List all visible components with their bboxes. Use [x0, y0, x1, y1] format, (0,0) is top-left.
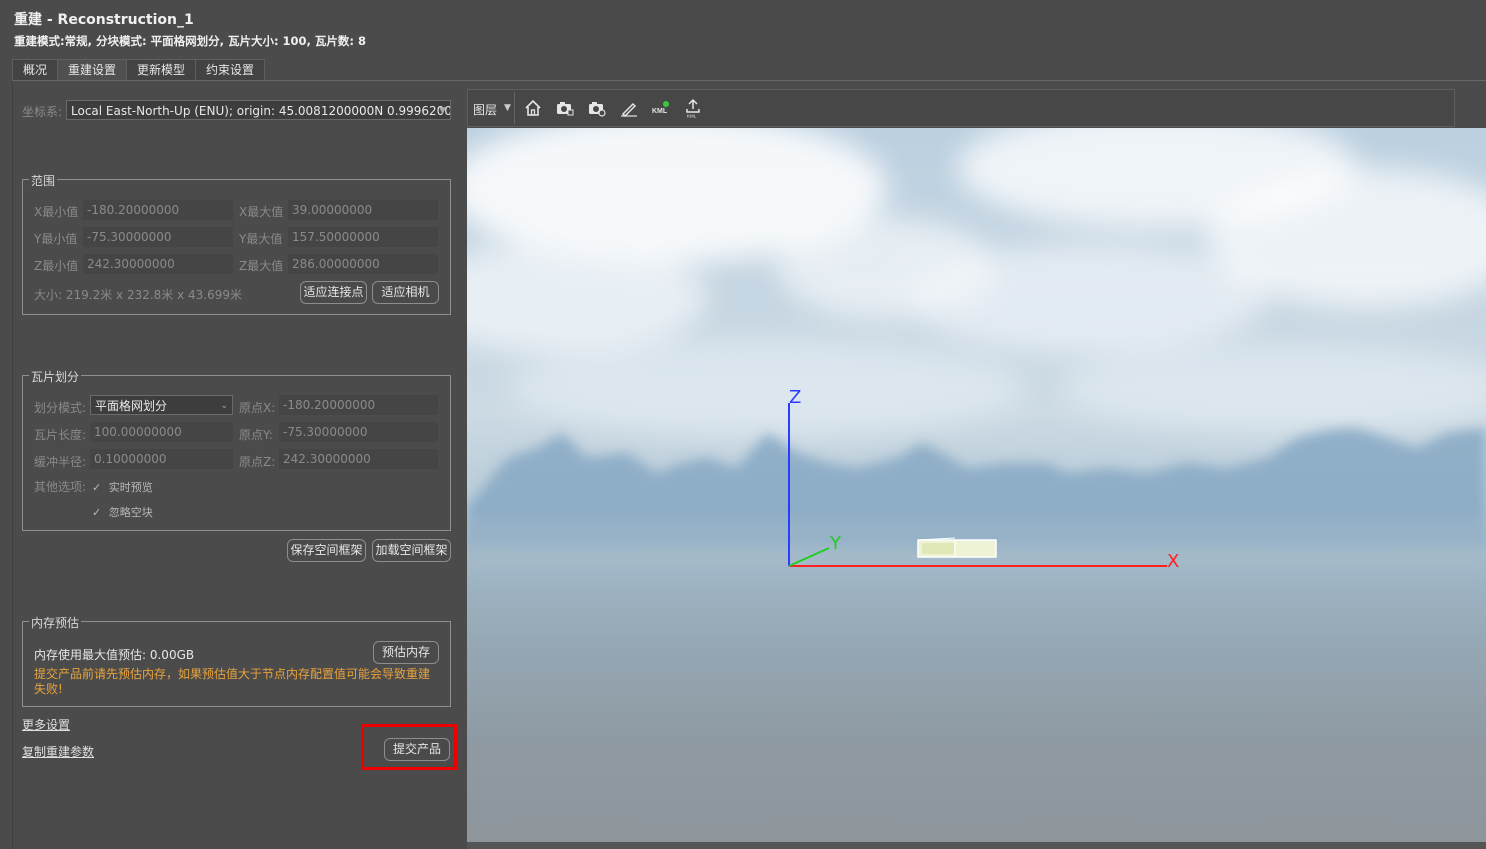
svg-text:KML: KML	[652, 108, 668, 115]
xmax-field[interactable]: 39.00000000	[288, 200, 438, 220]
coord-system-value: Local East-North-Up (ENU); origin: 45.00…	[71, 104, 451, 118]
check-icon: ✓	[92, 481, 102, 494]
z-axis-label: Z	[789, 387, 801, 408]
tab-reconstruction-settings[interactable]: 重建设置	[57, 59, 128, 80]
coord-system-select[interactable]: Local East-North-Up (ENU); origin: 45.00…	[66, 100, 451, 120]
tab-bar: 概况 重建设置 更新模型 约束设置	[12, 59, 266, 80]
tiling-group-title: 瓦片划分	[29, 368, 82, 385]
zmax-label: Z最大值	[239, 259, 284, 273]
copy-params-link[interactable]: 复制重建参数	[22, 743, 94, 760]
layers-button[interactable]: 图层	[473, 101, 497, 118]
window-subtitle: 重建模式:常规, 分块模式: 平面格网划分, 瓦片大小: 100, 瓦片数: 8	[14, 34, 367, 48]
ymax-field[interactable]: 157.50000000	[288, 227, 438, 247]
toolbar-separator	[514, 92, 515, 124]
origin-x-label: 原点X:	[239, 401, 276, 415]
tab-constraint-settings[interactable]: 约束设置	[195, 59, 266, 80]
xmin-field[interactable]: -180.20000000	[83, 200, 233, 220]
pen-icon[interactable]	[619, 98, 639, 118]
camera-settings-icon[interactable]	[587, 98, 607, 118]
layers-dropdown-icon[interactable]: ▼	[504, 100, 514, 116]
fit-tie-points-button[interactable]: 适应连接点	[300, 281, 367, 304]
reconstruction-tile-box[interactable]	[917, 537, 997, 558]
chevron-down-icon: ⌄	[220, 401, 228, 411]
kml-icon[interactable]: KML	[651, 98, 671, 118]
memory-group-title: 内存预估	[29, 614, 82, 631]
ymin-field[interactable]: -75.30000000	[83, 227, 233, 247]
camera-icon[interactable]	[555, 98, 575, 118]
buffer-field[interactable]: 0.10000000	[90, 449, 233, 469]
chevron-down-icon: ▼	[439, 106, 446, 116]
x-axis-label: X	[1167, 551, 1179, 572]
estimate-memory-button[interactable]: 预估内存	[373, 641, 439, 664]
skip-empty-checkbox[interactable]: ✓ 忽略空块	[92, 504, 153, 520]
xmax-label: X最大值	[239, 205, 284, 219]
origin-y-field[interactable]: -75.30000000	[279, 422, 438, 442]
tiling-mode-value: 平面格网划分	[95, 399, 168, 413]
origin-y-label: 原点Y:	[239, 428, 273, 442]
tile-length-field[interactable]: 100.00000000	[90, 422, 233, 442]
coord-label: 坐标系:	[22, 105, 63, 119]
tile-length-label: 瓦片长度:	[34, 428, 87, 442]
window-title: 重建 - Reconstruction_1	[14, 12, 194, 28]
more-settings-link[interactable]: 更多设置	[22, 716, 70, 733]
tab-update-model[interactable]: 更新模型	[126, 59, 197, 80]
fit-cameras-button[interactable]: 适应相机	[372, 281, 439, 304]
xmin-label: X最小值	[34, 205, 79, 219]
load-frame-button[interactable]: 加载空间框架	[372, 539, 451, 562]
extent-size-text: 大小: 219.2米 x 232.8米 x 43.699米	[34, 288, 243, 302]
buffer-label: 缓冲半径:	[34, 455, 87, 469]
memory-estimate-text: 内存使用最大值预估: 0.00GB	[34, 648, 195, 662]
realtime-preview-checkbox[interactable]: ✓ 实时预览	[92, 479, 153, 495]
3d-viewport[interactable]: Z Y X	[467, 128, 1486, 842]
ymin-label: Y最小值	[34, 232, 78, 246]
ymax-label: Y最大值	[239, 232, 283, 246]
sky-clouds	[467, 128, 1486, 438]
skip-empty-label: 忽略空块	[108, 506, 153, 519]
tab-overview[interactable]: 概况	[12, 59, 59, 80]
realtime-preview-label: 实时预览	[108, 481, 153, 494]
extent-group-title: 范围	[29, 172, 58, 189]
svg-text:KML: KML	[687, 114, 697, 119]
tiling-mode-select[interactable]: 平面格网划分 ⌄	[90, 395, 233, 415]
other-options-label: 其他选项:	[34, 480, 87, 494]
export-kml-icon[interactable]: KML	[683, 98, 703, 118]
scene-canvas: Z Y X	[467, 128, 1486, 578]
tiling-mode-label: 划分模式:	[34, 401, 87, 415]
viewer-toolbar: 图层 ▼ KML KML	[467, 89, 1455, 127]
zmin-field[interactable]: 242.30000000	[83, 254, 233, 274]
origin-z-label: 原点Z:	[239, 455, 276, 469]
viewport-status-bar	[467, 842, 1486, 849]
zmin-label: Z最小值	[34, 259, 79, 273]
zmax-field[interactable]: 286.00000000	[288, 254, 438, 274]
save-frame-button[interactable]: 保存空间框架	[287, 539, 366, 562]
home-icon[interactable]	[523, 98, 543, 118]
y-axis-label: Y	[829, 533, 842, 554]
origin-x-field[interactable]: -180.20000000	[279, 395, 438, 415]
submit-highlight-box	[361, 724, 457, 770]
memory-warning-text: 提交产品前请先预估内存，如果预估值大于节点内存配置值可能会导致重建失败!	[34, 667, 431, 696]
check-icon: ✓	[92, 506, 102, 519]
origin-z-field[interactable]: 242.30000000	[279, 449, 438, 469]
